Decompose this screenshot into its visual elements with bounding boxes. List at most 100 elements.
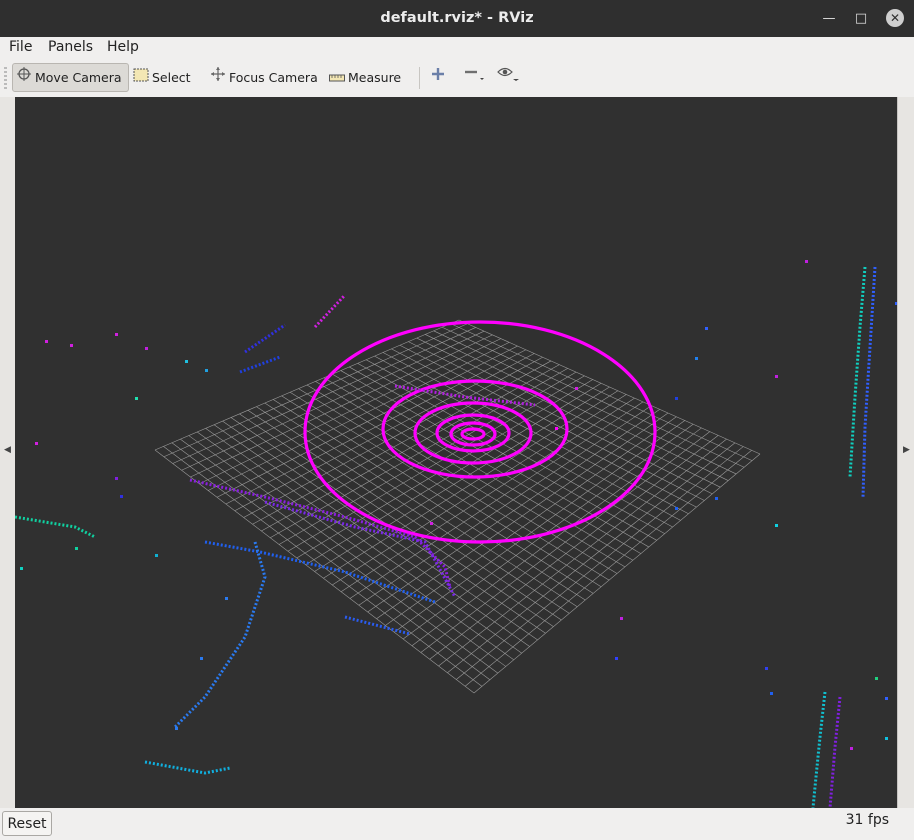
remove-tool-button[interactable] <box>463 63 485 92</box>
lidar-streak <box>848 266 867 478</box>
core-ring-3 <box>460 427 486 441</box>
pointcloud-streaks <box>14 266 877 809</box>
lidar-point <box>765 667 768 670</box>
lidar-point <box>875 677 878 680</box>
outer-ring <box>303 320 657 544</box>
lidar-point <box>120 495 123 498</box>
lidar-streak <box>313 293 347 329</box>
grid-line <box>349 401 644 599</box>
lidar-point <box>615 657 618 660</box>
lidar-point <box>575 387 578 390</box>
lidar-point <box>20 567 23 570</box>
lidar-point <box>850 747 853 750</box>
lidar-point <box>115 477 118 480</box>
lidar-point <box>675 397 678 400</box>
menu-panels[interactable]: Panels <box>48 39 93 55</box>
toolbar-separator <box>419 67 420 89</box>
lidar-point <box>555 427 558 430</box>
add-tool-button[interactable] <box>430 63 446 92</box>
grid-line <box>171 442 491 680</box>
left-dock-collapsed[interactable]: ◀ <box>0 97 16 808</box>
reset-button[interactable]: Reset <box>2 811 52 836</box>
minimize-icon[interactable]: — <box>818 8 840 30</box>
lidar-point <box>775 524 778 527</box>
close-icon[interactable]: ✕ <box>886 9 904 27</box>
lidar-point <box>35 442 38 445</box>
grid-line <box>256 406 570 614</box>
measure-button[interactable]: Measure <box>329 63 401 92</box>
maximize-icon[interactable]: □ <box>850 8 872 30</box>
move-camera-label: Move Camera <box>35 70 122 85</box>
lidar-point <box>775 375 778 378</box>
focus-camera-icon <box>210 63 226 92</box>
title-bar: default.rviz* - RViz — □ ✕ <box>0 0 914 37</box>
menu-help[interactable]: Help <box>107 39 139 55</box>
move-camera-icon <box>16 63 32 92</box>
focus-camera-button[interactable]: Focus Camera <box>210 63 318 92</box>
lidar-point <box>770 692 773 695</box>
lidar-point <box>675 507 678 510</box>
lidar-streak <box>14 515 96 539</box>
lidar-streak <box>244 323 286 354</box>
lidar-streak <box>239 355 281 374</box>
fps-readout: 31 fps <box>845 812 889 828</box>
grid-line <box>385 416 677 626</box>
menu-bar: File Panels Help <box>0 37 914 59</box>
lidar-point <box>155 554 158 557</box>
pointcloud-rings <box>303 320 657 544</box>
lidar-point <box>145 347 148 350</box>
move-camera-button[interactable]: Move Camera <box>12 63 129 92</box>
grid-line <box>323 390 619 579</box>
lidar-point <box>175 727 178 730</box>
focus-camera-label: Focus Camera <box>229 70 318 85</box>
toolbar-grip[interactable] <box>4 67 7 89</box>
lidar-point <box>885 697 888 700</box>
select-button[interactable]: Select <box>133 63 191 92</box>
expand-left-icon[interactable]: ◀ <box>4 445 11 455</box>
lidar-point <box>805 260 808 263</box>
lidar-point <box>135 397 138 400</box>
minus-icon <box>463 63 485 92</box>
lidar-point <box>705 327 708 330</box>
lidar-point <box>620 617 623 620</box>
window-title: default.rviz* - RViz <box>380 10 534 26</box>
expand-right-icon[interactable]: ▶ <box>903 445 910 455</box>
grid-line <box>464 450 752 687</box>
measure-label: Measure <box>348 70 402 85</box>
grid-line <box>247 410 562 621</box>
lidar-point <box>45 340 48 343</box>
lidar-point <box>205 369 208 372</box>
lidar-point <box>185 360 188 363</box>
lidar-point <box>70 344 73 347</box>
right-dock-collapsed[interactable]: ▶ <box>897 97 914 808</box>
lidar-streak <box>173 541 267 729</box>
lidar-point <box>115 333 118 336</box>
lidar-point <box>75 547 78 550</box>
pointcloud-dots <box>20 260 898 750</box>
menu-file[interactable]: File <box>9 39 32 55</box>
inner-ring <box>413 401 533 465</box>
lidar-point <box>895 302 898 305</box>
tool-bar: Move Camera Select Focus Camera Measure <box>0 59 914 98</box>
lidar-point <box>695 357 698 360</box>
lidar-streak <box>828 696 842 809</box>
ruler-icon <box>329 63 345 92</box>
lidar-point <box>225 597 228 600</box>
plus-icon <box>430 63 446 92</box>
grid-line <box>222 420 538 641</box>
render-viewport[interactable] <box>14 97 898 809</box>
grid-line <box>273 399 586 601</box>
lidar-point <box>885 737 888 740</box>
ground-grid <box>154 319 761 694</box>
lidar-point <box>200 657 203 660</box>
lidar-streak <box>811 691 827 809</box>
status-bar: Reset 31 fps <box>0 808 914 840</box>
3d-scene[interactable] <box>14 97 898 809</box>
lidar-streak <box>144 760 231 775</box>
lidar-streak <box>861 266 877 498</box>
lidar-point <box>430 522 433 525</box>
select-icon <box>133 63 149 92</box>
grid-line <box>213 424 530 647</box>
view-options-button[interactable] <box>497 63 521 92</box>
select-label: Select <box>152 70 191 85</box>
